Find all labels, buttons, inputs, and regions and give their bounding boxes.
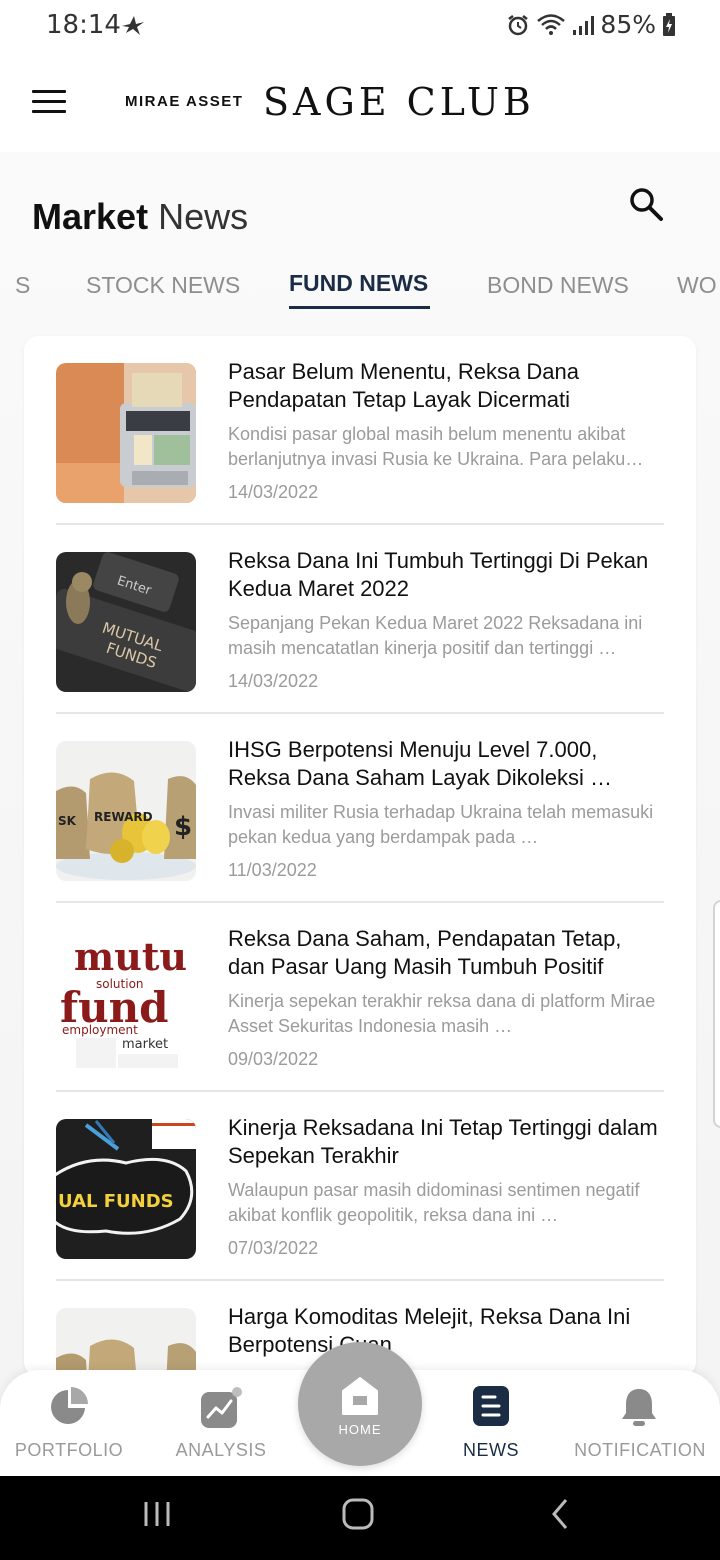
thumb-text: employment (62, 1023, 138, 1037)
page-title-light: News (158, 196, 249, 237)
news-thumbnail: Enter MUTUAL FUNDS (56, 552, 196, 692)
home-button[interactable]: HOME (298, 1342, 422, 1466)
news-date: 09/03/2022 (228, 1049, 319, 1069)
news-thumbnail: mutu fund solution employment market (56, 930, 196, 1070)
signal-icon (573, 15, 595, 35)
news-summary: Invasi militer Rusia terhadap Ukraina te… (228, 802, 654, 847)
news-item[interactable]: UAL FUNDS Kinerja Reksadana Ini Tetap Te… (56, 1092, 664, 1281)
tab-stock-news[interactable]: STOCK NEWS (86, 272, 240, 299)
news-list-icon (473, 1386, 509, 1426)
nav-news[interactable]: NEWS (452, 1370, 530, 1476)
page-title: Market News (32, 196, 248, 238)
recent-apps-icon[interactable] (142, 1496, 172, 1532)
news-category-tabs: S STOCK NEWS FUND NEWS BOND NEWS WO (0, 267, 720, 313)
pie-chart-icon (51, 1387, 88, 1424)
status-bar: 18:14 85% (0, 0, 720, 52)
tab-partial-right[interactable]: WO (677, 272, 717, 299)
news-item[interactable]: Enter MUTUAL FUNDS Reksa Dana Ini Tumbuh… (56, 525, 664, 714)
notification-bird-icon (122, 16, 144, 35)
wifi-icon (537, 13, 566, 35)
battery-charging-icon (663, 12, 675, 36)
nav-news-label: NEWS (463, 1440, 519, 1460)
news-thumbnail: UAL FUNDS (56, 1119, 196, 1259)
nav-portfolio[interactable]: PORTFOLIO (10, 1370, 128, 1476)
thumb-text: REWARD (94, 810, 153, 824)
news-summary: Walaupun pasar masih didominasi sentimen… (228, 1180, 640, 1225)
nav-portfolio-label: PORTFOLIO (14, 1440, 124, 1460)
news-item[interactable]: mutu fund solution employment market Rek… (56, 903, 664, 1092)
alarm-icon (508, 14, 529, 35)
news-title: Harga Komoditas Melejit, Reksa Dana Ini … (228, 1304, 631, 1357)
status-icons: 85% (506, 10, 676, 39)
news-item[interactable]: Pasar Belum Menentu, Reksa Dana Pendapat… (56, 336, 664, 525)
news-date: 14/03/2022 (228, 671, 319, 691)
thumb-text: solution (96, 977, 144, 991)
home-icon (342, 1377, 378, 1415)
thumb-text: mutu (74, 934, 187, 979)
news-title: IHSG Berpotensi Menuju Level 7.000, Reks… (228, 737, 612, 790)
news-item[interactable]: SK REWARD $ IHSG Berpotensi Menuju Level… (56, 714, 664, 903)
news-date: 14/03/2022 (228, 482, 319, 502)
search-icon[interactable] (626, 184, 666, 224)
system-navigation-bar (0, 1476, 720, 1560)
news-title: Pasar Belum Menentu, Reksa Dana Pendapat… (228, 359, 579, 412)
home-label: HOME (338, 1422, 382, 1437)
nav-notification[interactable]: NOTIFICATION (570, 1370, 710, 1476)
page-title-bold: Market (32, 196, 149, 237)
nav-notification-label: NOTIFICATION (574, 1440, 706, 1460)
thumb-text: SK (58, 814, 77, 828)
back-icon[interactable] (546, 1496, 574, 1532)
thumb-text: UAL FUNDS (58, 1191, 174, 1212)
news-thumbnail (56, 363, 196, 503)
hamburger-menu-icon[interactable] (32, 90, 66, 116)
news-date: 11/03/2022 (228, 860, 317, 880)
news-thumbnail: SK REWARD $ (56, 741, 196, 881)
news-summary: Kinerja sepekan terakhir reksa dana di p… (228, 991, 656, 1036)
news-date: 07/03/2022 (228, 1238, 319, 1258)
brand-sage-club: SAGE CLUB (263, 80, 535, 124)
news-title: Kinerja Reksadana Ini Tetap Tertinggi da… (228, 1115, 658, 1168)
active-tab-indicator (289, 306, 430, 309)
analysis-chart-icon (201, 1387, 242, 1428)
app-header: MIRAE ASSET SAGE CLUB (0, 52, 720, 152)
news-title: Reksa Dana Saham, Pendapatan Tetap, dan … (228, 926, 622, 979)
bell-icon (622, 1389, 656, 1426)
side-scroll-handle[interactable] (713, 900, 720, 1128)
status-time: 18:14 (46, 10, 121, 40)
home-system-icon[interactable] (340, 1496, 376, 1532)
brand-mirae-asset: MIRAE ASSET (125, 93, 244, 110)
news-summary: Kondisi pasar global masih belum menentu… (228, 424, 644, 469)
news-list: Pasar Belum Menentu, Reksa Dana Pendapat… (24, 336, 696, 1376)
news-title: Reksa Dana Ini Tumbuh Tertinggi Di Pekan… (228, 548, 649, 601)
thumb-text: $ (174, 812, 192, 842)
battery-level: 85% (600, 10, 656, 39)
news-summary: Sepanjang Pekan Kedua Maret 2022 Reksada… (228, 613, 643, 658)
tab-partial-left[interactable]: S (15, 272, 30, 299)
market-news-page: Market News S STOCK NEWS FUND NEWS BOND … (0, 152, 720, 1472)
nav-analysis-label: ANALYSIS (175, 1440, 267, 1460)
tab-bond-news[interactable]: BOND NEWS (487, 272, 629, 299)
thumb-text: market (122, 1037, 168, 1052)
tab-fund-news[interactable]: FUND NEWS (289, 270, 428, 297)
nav-analysis[interactable]: ANALYSIS (165, 1370, 277, 1476)
news-thumbnail (56, 1308, 196, 1376)
